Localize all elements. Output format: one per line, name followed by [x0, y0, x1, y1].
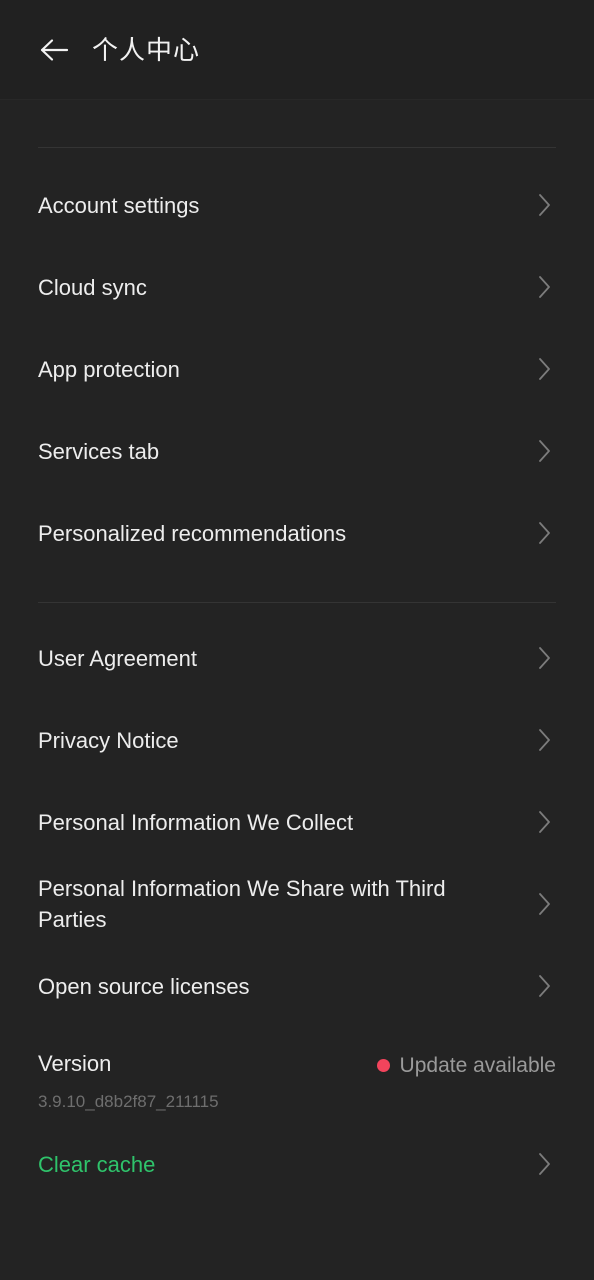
- version-row[interactable]: Version 3.9.10_d8b2f87_211115 Update ava…: [0, 1027, 594, 1127]
- update-status-label: Update available: [399, 1054, 556, 1077]
- chevron-right-icon: [534, 1153, 556, 1175]
- list-item-label: Open source licenses: [38, 973, 250, 999]
- list-item-cloud-sync[interactable]: Cloud sync: [0, 246, 594, 328]
- update-status-badge: Update available: [376, 1054, 556, 1077]
- app-bar: 个人中心: [0, 0, 594, 100]
- list-item-label: User Agreement: [38, 645, 197, 671]
- list-item-label: Account settings: [38, 192, 200, 218]
- chevron-right-icon: [534, 811, 556, 833]
- chevron-right-icon: [534, 440, 556, 462]
- chevron-right-icon: [534, 893, 556, 915]
- list-item-clear-cache[interactable]: Clear cache: [0, 1127, 594, 1201]
- list-item-personalized-recommendations[interactable]: Personalized recommendations: [0, 492, 594, 574]
- list-item-services-tab[interactable]: Services tab: [0, 410, 594, 492]
- settings-screen: 个人中心 Account settings Cloud sync App pro…: [0, 0, 594, 1280]
- list-item-label: Privacy Notice: [38, 727, 179, 753]
- update-available-dot: [376, 1059, 390, 1072]
- page-title: 个人中心: [92, 34, 201, 65]
- chevron-right-icon: [534, 522, 556, 544]
- list-item-personal-information-we-share[interactable]: Personal Information We Share with Third…: [0, 863, 594, 945]
- chevron-right-icon: [534, 729, 556, 751]
- chevron-right-icon: [534, 647, 556, 669]
- chevron-right-icon: [534, 194, 556, 216]
- list-item-personal-information-we-collect[interactable]: Personal Information We Collect: [0, 781, 594, 863]
- chevron-right-icon: [534, 975, 556, 997]
- settings-group: Account settings Cloud sync App protecti…: [0, 148, 594, 574]
- chevron-right-icon: [534, 276, 556, 298]
- list-item-label: Personal Information We Collect: [38, 809, 354, 835]
- clear-cache-label: Clear cache: [38, 1151, 156, 1177]
- list-item-privacy-notice[interactable]: Privacy Notice: [0, 699, 594, 781]
- chevron-right-icon: [534, 358, 556, 380]
- version-label: Version: [38, 1051, 112, 1076]
- list-item-label: Services tab: [38, 438, 160, 464]
- back-button[interactable]: [32, 28, 76, 72]
- list-item-label: App protection: [38, 356, 180, 382]
- list-item-user-agreement[interactable]: User Agreement: [0, 617, 594, 699]
- list-item-app-protection[interactable]: App protection: [0, 328, 594, 410]
- list-item-open-source-licenses[interactable]: Open source licenses: [0, 945, 594, 1027]
- version-info: Version 3.9.10_d8b2f87_211115: [38, 1049, 219, 1117]
- arrow-left-icon: [39, 37, 69, 63]
- list-item-label: Cloud sync: [38, 274, 147, 300]
- list-item-label: Personalized recommendations: [38, 520, 347, 546]
- version-number: 3.9.10_d8b2f87_211115: [38, 1092, 219, 1111]
- list-item-label: Personal Information We Share with Third…: [38, 876, 446, 932]
- list-item-account-settings[interactable]: Account settings: [0, 164, 594, 246]
- legal-group: User Agreement Privacy Notice Personal I…: [0, 603, 594, 1027]
